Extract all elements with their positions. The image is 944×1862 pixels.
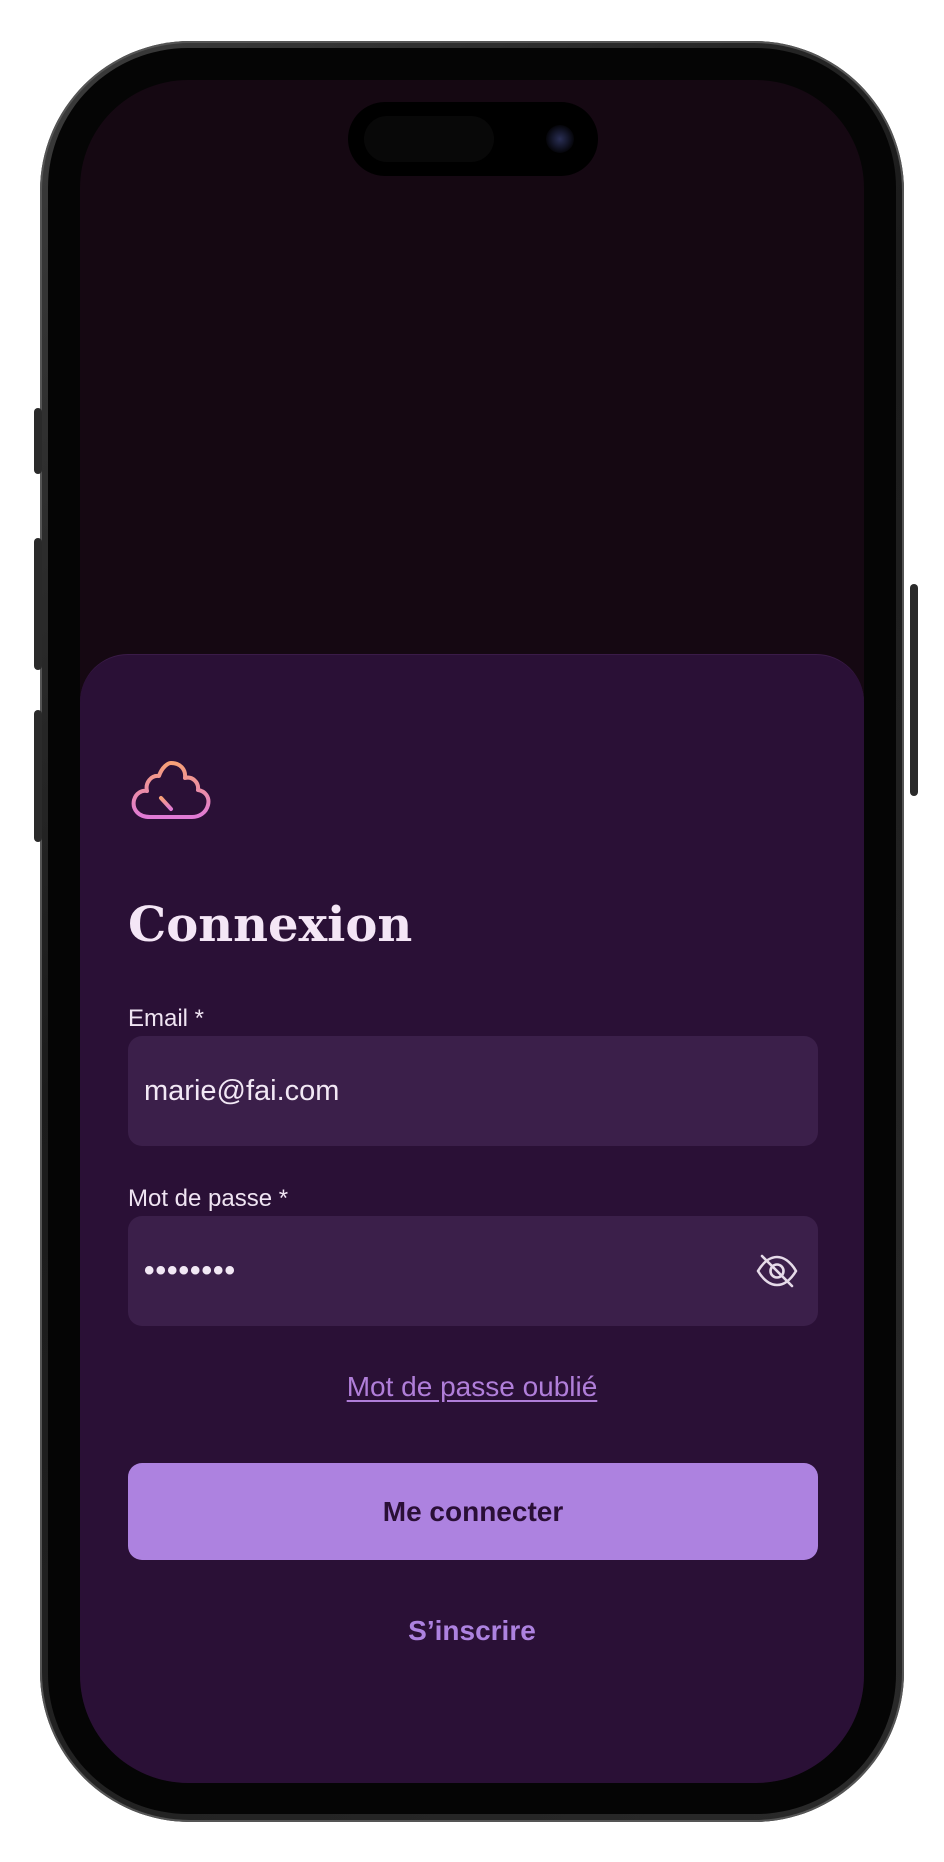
page-title: Connexion <box>128 897 413 953</box>
volume-up-button <box>34 538 42 670</box>
email-value: marie@fai.com <box>144 1074 340 1107</box>
power-button <box>910 584 918 796</box>
login-sheet: Connexion Email * marie@fai.com Mot de p… <box>80 654 864 1783</box>
action-button <box>34 408 42 474</box>
password-value: •••••••• <box>144 1254 237 1287</box>
email-field[interactable]: marie@fai.com <box>128 1036 818 1146</box>
email-label: Email * <box>128 1005 205 1032</box>
camera-lens <box>546 125 574 153</box>
screen: Connexion Email * marie@fai.com Mot de p… <box>80 80 864 1783</box>
eye-off-icon[interactable] <box>754 1251 800 1291</box>
island-sensor <box>364 116 494 162</box>
signup-link[interactable]: S’inscrire <box>80 1615 864 1647</box>
forgot-password-link[interactable]: Mot de passe oublié <box>80 1371 864 1403</box>
login-button[interactable]: Me connecter <box>128 1463 818 1560</box>
password-label: Mot de passe * <box>128 1185 289 1212</box>
volume-down-button <box>34 710 42 842</box>
tree-icon <box>131 761 211 839</box>
password-field[interactable]: •••••••• <box>128 1216 818 1326</box>
dynamic-island <box>348 102 598 176</box>
